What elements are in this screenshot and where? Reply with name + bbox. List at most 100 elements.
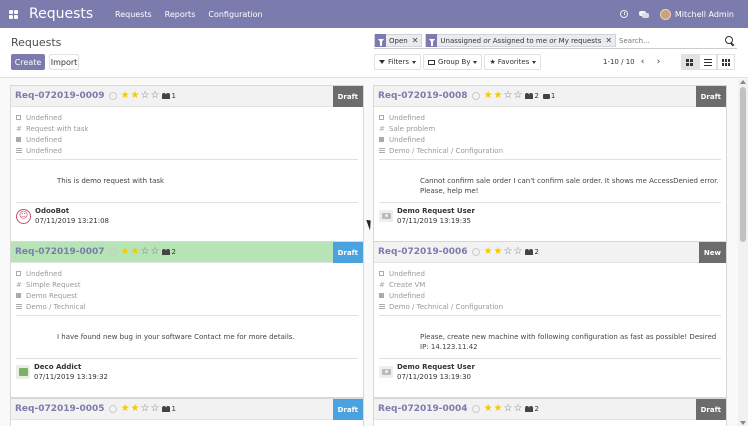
field-partner: Undefined [16,112,363,123]
square-icon [379,137,389,142]
priority-star-icon[interactable]: ☆ [141,247,150,257]
priority-star-icon[interactable]: ☆ [150,91,159,101]
chevron-left-icon[interactable]: ‹ [635,57,651,67]
priority-star-icon[interactable]: ☆ [513,247,522,257]
star-icon: ★ [489,58,496,66]
scroll-down-icon[interactable] [740,421,746,425]
user-menu[interactable]: Mitchell Admin [659,8,734,20]
priority-star-icon[interactable]: ★ [131,247,140,257]
pager-value[interactable]: 1-10 / 10 [603,58,635,66]
priority-star-icon[interactable]: ★ [494,404,503,414]
priority-star-icon[interactable]: ☆ [504,247,513,257]
stage-badge: Draft [332,399,363,420]
field-value: Demo / Technical [26,302,86,311]
priority-star-icon[interactable]: ☆ [150,247,159,257]
request-card[interactable]: Req-072019-0008 ★ ★ ☆ ☆ 2 1 Draft Undefined… [373,85,727,242]
bars-icon [379,304,389,309]
request-card[interactable]: Req-072019-0007 ★ ★ ☆ ☆ 2 Draft Undefined #… [10,241,364,398]
field-partner: Undefined [379,112,726,123]
search-input[interactable] [619,34,725,47]
activity-icon[interactable] [471,248,480,256]
request-card[interactable]: Req-072019-0004 ★ ★ ☆ ☆ 2 Draft [373,398,727,426]
request-reference[interactable]: Req-072019-0008 [378,91,468,101]
chevron-right-icon[interactable]: › [651,57,667,67]
caret-down-icon [411,60,416,64]
followers-icon [162,93,171,99]
author-name: OdooBot [35,207,70,215]
scrollbar[interactable] [738,79,748,426]
facet-label-b: Assigned to me [492,36,548,45]
field-category: Demo Request [16,290,363,301]
create-button[interactable]: Create [11,54,45,70]
priority-star-icon[interactable]: ☆ [513,404,522,414]
field-category: Undefined [16,134,363,145]
group-by-dropdown[interactable]: Group By [422,54,483,70]
request-reference[interactable]: Req-072019-0007 [15,247,105,257]
filters-dropdown[interactable]: Filters [374,54,421,70]
field-value: Demo / Technical / Configuration [389,302,504,311]
priority-star-icon[interactable]: ☆ [504,91,513,101]
messages-chat-icon[interactable] [634,0,654,28]
activity-icon[interactable] [471,405,480,413]
menu-configuration[interactable]: Configuration [208,10,262,19]
grid-view-button[interactable] [717,54,735,70]
menu-requests[interactable]: Requests [115,10,152,19]
search-options: Filters Group By ★ Favorites [374,54,543,70]
request-card[interactable]: Req-072019-0009 ★ ★ ☆ ☆ 1 Draft Undefined #… [10,85,364,242]
scroll-up-icon[interactable] [740,80,746,84]
list-view-button[interactable] [699,54,717,70]
search-icon[interactable] [725,35,735,46]
priority-star-icon[interactable]: ☆ [504,404,513,414]
import-button[interactable]: Import [49,54,79,70]
request-reference[interactable]: Req-072019-0005 [15,404,105,414]
followers-icon [525,406,534,412]
request-reference[interactable]: Req-072019-0009 [15,91,105,101]
facet-label-c: My requests [558,36,602,45]
field-value: Undefined [26,113,62,122]
user-name: Mitchell Admin [674,9,734,19]
pager: 1-10 / 10 ‹ › [603,57,667,67]
view-switcher [681,54,735,70]
favorites-dropdown[interactable]: ★ Favorites [484,54,542,70]
priority-star-icon[interactable]: ☆ [141,91,150,101]
checkbox-icon [379,271,389,276]
activity-icon[interactable] [471,92,480,100]
checkbox-icon [16,115,26,120]
priority-star-icon[interactable]: ★ [494,91,503,101]
stage-badge: Draft [332,242,363,263]
remove-facet-icon[interactable]: ✕ [412,36,419,45]
checkbox-icon [16,271,26,276]
activity-icon[interactable] [108,405,117,413]
field-partner: Undefined [16,268,363,279]
request-reference[interactable]: Req-072019-0004 [378,404,468,414]
filter-icon [375,34,386,47]
priority-star-icon[interactable]: ★ [484,247,493,257]
scroll-thumb[interactable] [740,87,746,242]
avatar [659,8,671,20]
request-date: 07/11/2019 13:19:30 [397,373,472,381]
priority-star-icon[interactable]: ★ [484,91,493,101]
menu-reports[interactable]: Reports [165,10,196,19]
priority-star-icon[interactable]: ★ [121,91,130,101]
priority-star-icon[interactable]: ★ [484,404,493,414]
request-card[interactable]: Req-072019-0006 ★ ★ ☆ ☆ 2 New Undefined # C… [373,241,727,398]
caret-down-icon [473,60,478,64]
activity-icon[interactable] [108,92,117,100]
priority-star-icon[interactable]: ☆ [150,404,159,414]
apps-menu-icon[interactable] [0,0,26,28]
activity-clock-icon[interactable] [614,0,634,28]
field-value: Undefined [389,291,425,300]
remove-facet-icon[interactable]: ✕ [605,36,612,45]
kanban-view-button[interactable] [681,54,699,70]
activity-icon[interactable] [108,248,117,256]
priority-star-icon[interactable]: ☆ [513,91,522,101]
priority-star-icon[interactable]: ★ [131,91,140,101]
request-reference[interactable]: Req-072019-0006 [378,247,468,257]
priority-star-icon[interactable]: ★ [494,247,503,257]
priority-star-icon[interactable]: ☆ [141,404,150,414]
request-card[interactable]: Req-072019-0005 ★ ★ ☆ ☆ 1 Draft [10,398,364,426]
followers-count: 2 [534,405,539,413]
priority-star-icon[interactable]: ★ [121,247,130,257]
priority-star-icon[interactable]: ★ [121,404,130,414]
priority-star-icon[interactable]: ★ [131,404,140,414]
